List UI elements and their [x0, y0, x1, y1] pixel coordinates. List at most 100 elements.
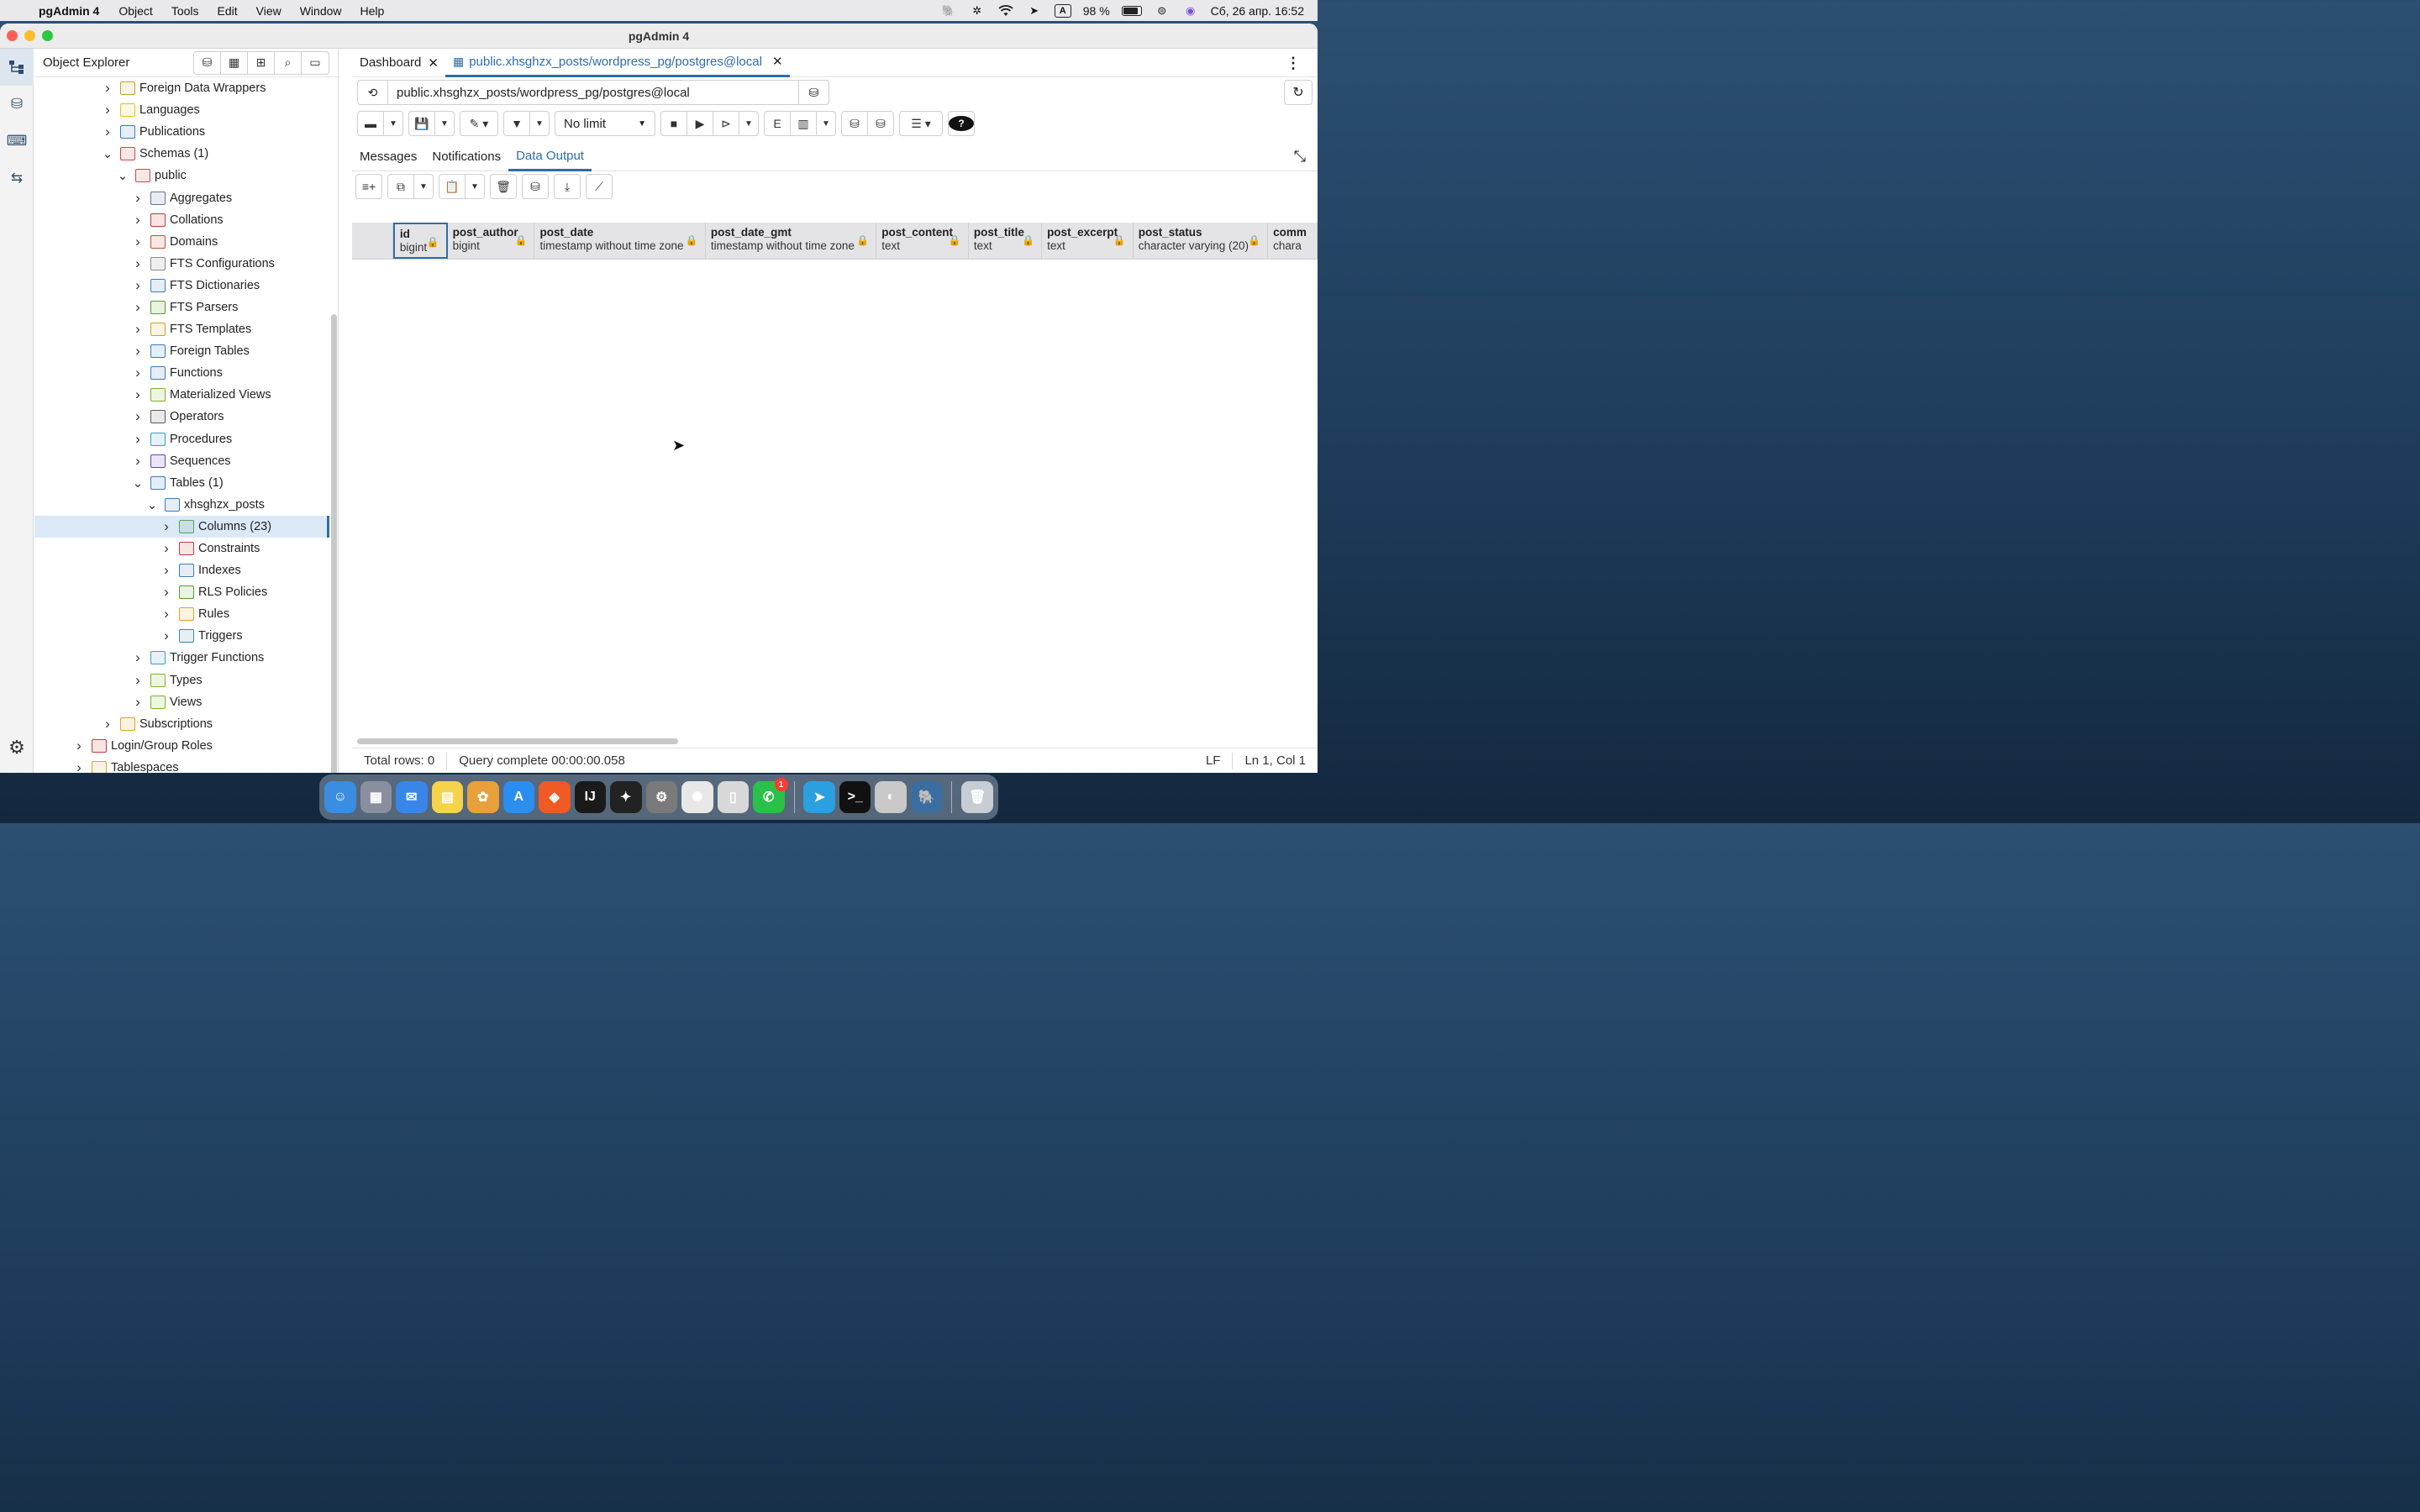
chevron-right-icon[interactable]: ›: [132, 299, 144, 316]
chevron-right-icon[interactable]: ›: [132, 365, 144, 381]
chevron-down-icon[interactable]: ▼: [739, 112, 758, 135]
psql-tool-button[interactable]: ▭: [302, 52, 329, 74]
dock-launchpad-icon[interactable]: ▦: [360, 781, 392, 813]
dock-terminal-icon[interactable]: >_: [839, 781, 871, 813]
tree-node[interactable]: › Materialized Views: [34, 384, 329, 406]
tab-query-tool[interactable]: ▦ public.xhsghzx_posts/wordpress_pg/post…: [445, 49, 790, 77]
chevron-right-icon[interactable]: ›: [160, 584, 172, 601]
column-header[interactable]: post_date timestamp without time zone 🔒: [534, 223, 706, 259]
explain-button[interactable]: E: [765, 112, 791, 135]
tree-node[interactable]: › Subscriptions: [34, 713, 329, 735]
tree-node[interactable]: › Trigger Functions: [34, 647, 329, 669]
chevron-right-icon[interactable]: ›: [132, 212, 144, 228]
more-options-icon[interactable]: ⋮: [1286, 55, 1301, 72]
database-icon[interactable]: ⛁: [798, 81, 829, 104]
chevron-right-icon[interactable]: ›: [132, 343, 144, 360]
column-header[interactable]: comm chara: [1268, 223, 1318, 259]
chevron-down-icon[interactable]: ▼: [435, 112, 454, 135]
chevron-right-icon[interactable]: ›: [132, 321, 144, 338]
tree-node[interactable]: › FTS Configurations: [34, 253, 329, 275]
tree-node[interactable]: › Views: [34, 691, 329, 713]
tree-node[interactable]: › Publications: [34, 121, 329, 143]
tree-node[interactable]: ⌄ Tables (1): [34, 472, 329, 494]
connection-status-icon[interactable]: ⟲: [358, 81, 388, 104]
column-header[interactable]: post_author bigint 🔒: [448, 223, 535, 259]
save-button[interactable]: 💾: [409, 112, 435, 135]
tree-node[interactable]: › Indexes: [34, 559, 329, 581]
chevron-down-icon[interactable]: ▼: [414, 175, 433, 198]
dock-mail-icon[interactable]: ✉: [396, 781, 428, 813]
menu-tools[interactable]: Tools: [162, 4, 208, 18]
database-rail-button[interactable]: ⛁: [0, 86, 34, 123]
dock-system-settings-icon[interactable]: ⚙: [645, 781, 677, 813]
tree-node[interactable]: ⌄ xhsghzx_posts: [34, 494, 329, 516]
wifi-icon[interactable]: [997, 4, 1014, 18]
dock-pgadmin-icon[interactable]: 🐘: [910, 781, 943, 813]
battery-icon[interactable]: [1121, 5, 1142, 16]
figma-tray-icon[interactable]: ✲: [969, 4, 986, 18]
row-number-header[interactable]: [352, 223, 393, 259]
tree-node[interactable]: › Tablespaces: [34, 757, 329, 773]
tree-node[interactable]: › Types: [34, 669, 329, 691]
chevron-right-icon[interactable]: ›: [102, 102, 113, 118]
dock-notes-icon[interactable]: ▤: [431, 781, 463, 813]
chevron-right-icon[interactable]: ›: [132, 431, 144, 448]
chevron-right-icon[interactable]: ›: [73, 759, 85, 773]
tab-messages[interactable]: Messages: [352, 143, 424, 171]
chevron-right-icon[interactable]: ›: [132, 672, 144, 689]
save-data-button[interactable]: ⛁: [523, 175, 548, 198]
schema-diff-rail-button[interactable]: ⇆: [0, 160, 34, 197]
tree-node[interactable]: › Columns (23): [34, 515, 329, 538]
tree-node[interactable]: › Sequences: [34, 450, 329, 472]
macros-button[interactable]: ☰ ▾: [900, 112, 942, 135]
menu-window[interactable]: Window: [291, 4, 351, 18]
input-source-icon[interactable]: A: [1054, 3, 1071, 18]
tree-node[interactable]: › FTS Parsers: [34, 297, 329, 318]
dock-whatsapp-icon[interactable]: ✆ 1: [753, 778, 788, 813]
stop-button[interactable]: ■: [661, 112, 687, 135]
chevron-down-icon[interactable]: ▼: [817, 112, 835, 135]
chevron-right-icon[interactable]: ›: [102, 716, 113, 732]
chevron-right-icon[interactable]: ›: [160, 518, 172, 535]
tree-node[interactable]: › Functions: [34, 362, 329, 384]
tree-node[interactable]: › FTS Dictionaries: [34, 275, 329, 297]
minimize-window-button[interactable]: [24, 30, 35, 41]
telegram-tray-icon[interactable]: ➤: [1026, 4, 1043, 18]
tree-node[interactable]: › Languages: [34, 99, 329, 121]
graph-visualiser-button[interactable]: ⟋: [587, 175, 612, 198]
chevron-right-icon[interactable]: ›: [102, 123, 113, 140]
tree-node[interactable]: › Collations: [34, 209, 329, 231]
chevron-down-icon[interactable]: ▼: [466, 175, 484, 198]
tree-node[interactable]: › Constraints: [34, 538, 329, 559]
execute-options-button[interactable]: ⊳: [713, 112, 739, 135]
chevron-down-icon[interactable]: ⌄: [132, 475, 144, 491]
refresh-button[interactable]: ↻: [1284, 80, 1313, 105]
tree-node[interactable]: › Procedures: [34, 428, 329, 450]
chevron-down-icon[interactable]: ▼: [384, 112, 402, 135]
column-header[interactable]: post_status character varying (20) 🔒: [1134, 223, 1269, 259]
menu-view[interactable]: View: [247, 4, 291, 18]
chevron-right-icon[interactable]: ›: [132, 190, 144, 207]
chevron-right-icon[interactable]: ›: [132, 255, 144, 272]
chevron-right-icon[interactable]: ›: [132, 277, 144, 294]
chevron-right-icon[interactable]: ›: [132, 649, 144, 666]
elephant-tray-icon[interactable]: 🐘: [940, 4, 957, 18]
edit-button[interactable]: ✎ ▾: [460, 112, 497, 135]
tree-node[interactable]: › RLS Policies: [34, 581, 329, 603]
column-header[interactable]: post_title text 🔒: [969, 223, 1043, 259]
row-limit-select[interactable]: No limit ▼: [555, 111, 655, 136]
chevron-right-icon[interactable]: ›: [160, 540, 172, 557]
tab-dashboard[interactable]: Dashboard ✕: [352, 49, 445, 77]
tree-node[interactable]: › Rules: [34, 603, 329, 625]
siri-icon[interactable]: ◉: [1182, 4, 1199, 18]
paste-button[interactable]: 📋: [439, 175, 466, 198]
query-tool-button[interactable]: ⛁: [194, 51, 221, 74]
chevron-right-icon[interactable]: ›: [160, 627, 172, 644]
commit-button[interactable]: ⛁: [842, 112, 868, 135]
dock-iphone-mirroring-icon[interactable]: ▯: [717, 781, 749, 813]
chevron-down-icon[interactable]: ⌄: [117, 168, 129, 183]
connection-selector[interactable]: ⟲ public.xhsghzx_posts/wordpress_pg/post…: [357, 80, 829, 105]
dock-finder-icon[interactable]: ☺: [324, 781, 356, 813]
column-header[interactable]: post_content text 🔒: [876, 223, 969, 259]
dock-photos-icon[interactable]: ✿: [467, 781, 499, 813]
